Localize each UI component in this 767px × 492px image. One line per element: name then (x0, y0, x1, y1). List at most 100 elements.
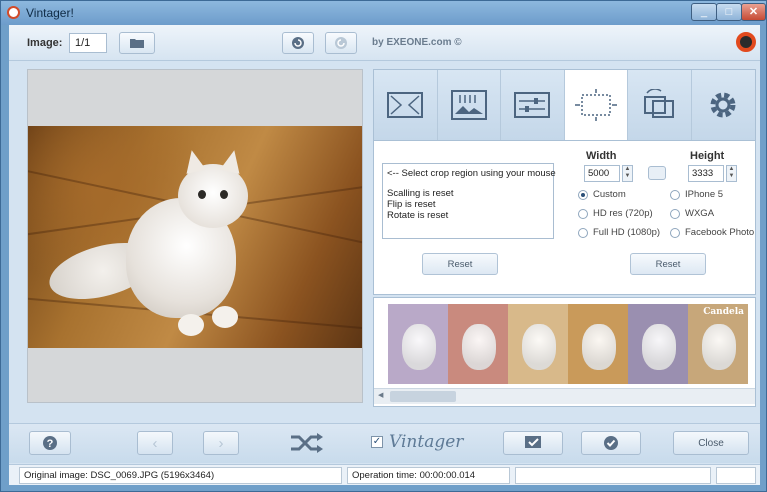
photo-preview-frame[interactable] (27, 69, 363, 403)
filter-thumb[interactable] (388, 304, 448, 384)
width-label: Width (586, 150, 617, 162)
filter-thumb[interactable] (628, 304, 688, 384)
save-button[interactable] (581, 431, 641, 455)
radio-dot[interactable] (670, 189, 680, 200)
shuffle-button[interactable] (289, 431, 325, 458)
radio-dot[interactable] (670, 208, 680, 219)
preset-facebook-photo[interactable]: Facebook Photo (670, 227, 754, 238)
image-counter-field[interactable]: 1/1 (69, 33, 107, 53)
height-spinner[interactable]: ▲ ▼ (726, 165, 737, 182)
tab-picture[interactable] (437, 70, 501, 140)
adjust-icon (514, 92, 551, 118)
filter-name-label: Candela (703, 307, 744, 317)
status-bar: Original image: DSC_0069.JPG (5196x3464)… (9, 464, 760, 485)
preset-iphone-5[interactable]: IPhone 5 (670, 189, 723, 200)
picture-frame-icon (450, 90, 487, 120)
radio-dot[interactable] (578, 208, 588, 219)
crop-message-box: <-- Select crop region using your mouse … (382, 163, 556, 239)
filter-thumb[interactable] (568, 304, 628, 384)
thumb-cat (462, 324, 496, 370)
filter-thumbnails: Candela (388, 304, 748, 384)
preset-custom[interactable]: Custom (578, 189, 626, 200)
height-input[interactable]: 3333 (688, 165, 724, 182)
preset-full-hd-1080p[interactable]: Full HD (1080p) (578, 227, 660, 238)
shuffle-icon (291, 433, 323, 453)
filter-thumb[interactable] (508, 304, 568, 384)
window-title: Vintager! (26, 6, 74, 20)
reset-right-button[interactable]: Reset (630, 253, 706, 275)
original-image-status: Original image: DSC_0069.JPG (5196x3464) (19, 467, 342, 484)
crop-message: <-- Select crop region using your mouse (387, 168, 556, 179)
maximize-button[interactable]: □ (716, 3, 742, 21)
title-bar[interactable]: Vintager! _ □ ✕ (1, 1, 766, 25)
filmstrip-scrollbar[interactable]: ◀ (374, 388, 755, 404)
gear-icon (710, 92, 736, 118)
crop-settings-panel: <-- Select crop region using your mouse … (373, 141, 756, 295)
redo-button[interactable] (325, 32, 357, 54)
preset-label: HD res (720p) (593, 208, 653, 219)
preset-label: Full HD (1080p) (593, 227, 661, 238)
check-circle-icon (604, 436, 618, 450)
tab-settings[interactable] (691, 70, 755, 140)
minimize-button[interactable]: _ (691, 3, 717, 21)
cat-ear (181, 148, 207, 174)
width-input[interactable]: 5000 (584, 165, 620, 182)
close-button[interactable]: Close (673, 431, 749, 455)
tool-tabs (373, 69, 756, 141)
radio-dot[interactable] (578, 189, 588, 200)
operation-time-status: Operation time: 00:00:00.014 (347, 467, 510, 484)
thumb-cat (642, 324, 676, 370)
folder-icon (130, 39, 144, 48)
client-area: Image: 1/1 by EXEONE.com © <-- Select cr… (9, 25, 760, 485)
cat-eye (198, 190, 206, 199)
status-field-empty (515, 467, 711, 484)
thumb-cat (402, 324, 436, 370)
chevron-right-icon: › (218, 434, 224, 452)
chevron-left-icon: ‹ (152, 434, 158, 452)
undo-icon (292, 37, 304, 49)
bottom-bar: ? ‹ › ✓ Vintager Close (9, 423, 760, 463)
preset-hd-720p[interactable]: HD res (720p) (578, 208, 653, 219)
cat-paw (178, 314, 204, 336)
photo-preview[interactable] (28, 126, 362, 348)
link-aspect-button[interactable] (648, 166, 666, 180)
help-button[interactable]: ? (29, 431, 71, 455)
tab-crop[interactable] (564, 70, 628, 140)
filter-thumb-selected[interactable]: Candela (688, 304, 748, 384)
cat-ear (219, 148, 245, 174)
app-window: Vintager! _ □ ✕ Image: 1/1 by EXEONE.com… (0, 0, 767, 492)
svg-text:?: ? (47, 438, 54, 450)
crop-icon (574, 89, 617, 121)
tab-adjust[interactable] (501, 70, 565, 140)
cat-paw (212, 306, 238, 328)
preset-label: WXGA (685, 208, 715, 219)
radio-dot[interactable] (578, 227, 588, 238)
redo-icon (335, 37, 347, 49)
filter-thumb[interactable] (448, 304, 508, 384)
crop-message: Flip is reset (387, 199, 436, 210)
vintager-label: Vintager (389, 432, 464, 452)
height-label: Height (690, 150, 725, 162)
thumb-cat (522, 324, 556, 370)
open-folder-button[interactable] (119, 32, 155, 54)
check-box-icon (525, 436, 541, 448)
apply-to-all-button[interactable] (503, 431, 563, 455)
vintager-checkbox[interactable]: ✓ (371, 436, 383, 448)
filter-filmstrip: Candela ◀ (373, 297, 756, 407)
tab-frame[interactable] (374, 70, 438, 140)
scrollbar-thumb[interactable] (390, 391, 456, 402)
exeone-logo-icon[interactable] (736, 32, 756, 52)
preset-wxga[interactable]: WXGA (670, 208, 714, 219)
width-spinner[interactable]: ▲ ▼ (622, 165, 633, 182)
scroll-left-icon[interactable]: ◀ (378, 391, 383, 399)
tab-rotate[interactable] (628, 70, 692, 140)
rotate-icon (644, 89, 675, 118)
close-window-button[interactable]: ✕ (741, 3, 766, 21)
help-icon: ? (43, 436, 57, 450)
next-button[interactable]: › (203, 431, 239, 455)
previous-button[interactable]: ‹ (137, 431, 173, 455)
reset-left-button[interactable]: Reset (422, 253, 498, 275)
cat-eye (220, 190, 228, 199)
radio-dot[interactable] (670, 227, 680, 238)
undo-button[interactable] (282, 32, 314, 54)
